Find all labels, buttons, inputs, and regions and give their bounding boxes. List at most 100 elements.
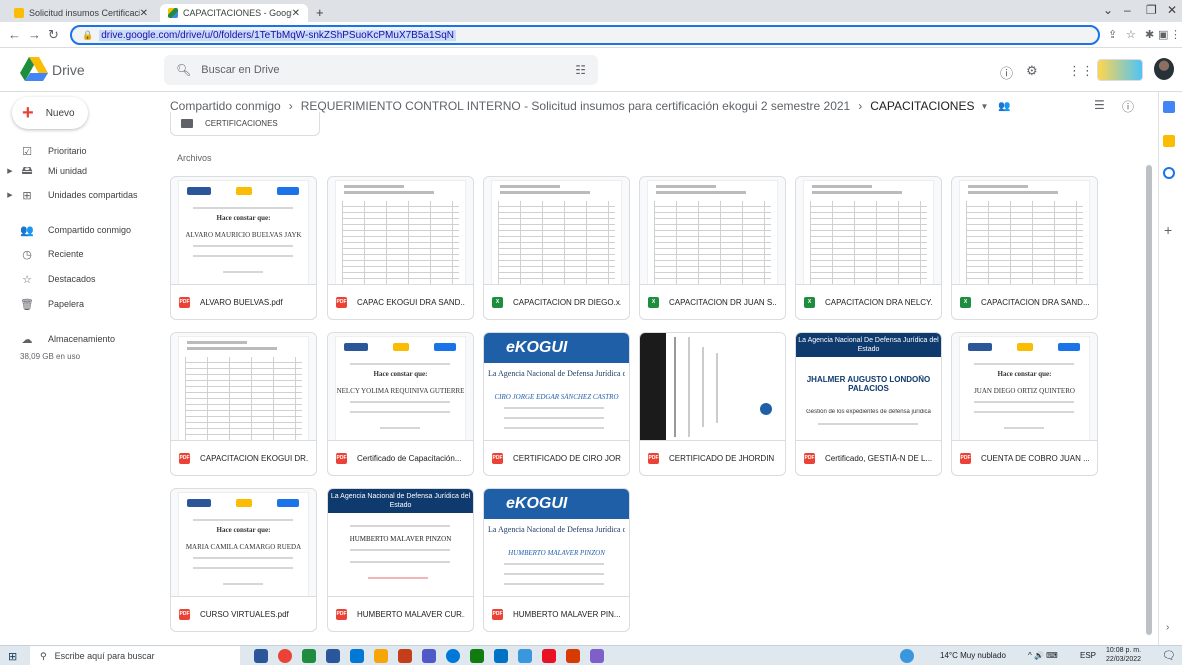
expand-caret-icon[interactable]: ▶ xyxy=(4,167,16,175)
menu-dots-icon[interactable]: ⋮ xyxy=(1170,28,1181,41)
keep-icon[interactable] xyxy=(1163,135,1175,147)
breadcrumb-parent[interactable]: REQUERIMIENTO CONTROL INTERNO - Solicitu… xyxy=(301,99,851,113)
expand-panel-icon[interactable]: › xyxy=(1166,622,1169,633)
file-card[interactable]: Hace constar que: ALVARO MAURICIO BUELVAS… xyxy=(170,176,317,320)
organization-logo[interactable] xyxy=(1097,59,1143,81)
tasks-icon[interactable] xyxy=(1163,167,1175,179)
file-card[interactable]: PDF CAPAC EKOGUI DRA SAND... xyxy=(327,176,474,320)
folder-item[interactable]: CERTIFICACIONES xyxy=(170,112,320,136)
expand-caret-icon[interactable]: ▶ xyxy=(4,191,16,199)
weather-text[interactable]: 14°C Muy nublado xyxy=(940,651,1006,660)
close-icon[interactable]: ✕ xyxy=(292,8,300,19)
scrollbar[interactable] xyxy=(1146,165,1152,635)
chrome-icon[interactable] xyxy=(278,649,292,663)
sidebar-item-reciente[interactable]: ◷ Reciente xyxy=(0,244,160,264)
extensions-icon[interactable]: ✱ xyxy=(1145,28,1154,41)
settings-gear-icon[interactable]: ⚙ xyxy=(1026,63,1038,79)
file-thumbnail: La Agencia Nacional De Defensa Jurídica … xyxy=(796,333,941,441)
file-card[interactable]: PDF CAPACITACION EKOGUI DR... xyxy=(170,332,317,476)
sidebar-item-mi-unidad[interactable]: ▶ 🖴 Mi unidad xyxy=(0,161,160,181)
sidebar-item-compartido-conmigo[interactable]: 👥 Compartido conmigo xyxy=(0,220,160,240)
file-caption: PDF Certificado, GESTIÃ-N DE L... xyxy=(796,441,941,475)
add-addon-icon[interactable]: + xyxy=(1164,222,1172,238)
file-card[interactable]: Hace constar que: NELCY YOLIMA REQUINIVA … xyxy=(327,332,474,476)
language-indicator[interactable]: ESP xyxy=(1080,651,1096,660)
restore-icon[interactable]: ❐ xyxy=(1146,3,1157,17)
share-page-icon[interactable]: ⇪ xyxy=(1108,28,1117,41)
file-card[interactable]: La Agencia Nacional de Defensa Jurídica … xyxy=(327,488,474,632)
breadcrumb-root[interactable]: Compartido conmigo xyxy=(170,99,281,113)
taskbar-search-input[interactable]: ⚲ Escribe aquí para buscar xyxy=(30,646,240,666)
sidebar-item-prioritario[interactable]: ☑ Prioritario xyxy=(0,141,160,161)
file-card[interactable]: X CAPACITACION DR DIEGO.x... xyxy=(483,176,630,320)
sidebar-item-papelera[interactable]: 🗑 Papelera xyxy=(0,294,160,314)
notifications-icon[interactable]: 🗨 xyxy=(1162,649,1176,662)
file-card[interactable]: Hace constar que: MARIA CAMILA CAMARGO RU… xyxy=(170,488,317,632)
back-icon[interactable]: ← xyxy=(8,27,21,42)
close-icon[interactable]: ✕ xyxy=(140,8,148,19)
edge-icon[interactable] xyxy=(446,649,460,663)
app-icon[interactable] xyxy=(518,649,532,663)
office-icon[interactable] xyxy=(566,649,580,663)
sidebar-item-label: Mi unidad xyxy=(48,166,88,176)
help-icon[interactable]: ⓘ xyxy=(1000,63,1013,82)
sidebar-item-destacados[interactable]: ☆ Destacados xyxy=(0,269,160,289)
breadcrumb-current[interactable]: CAPACITACIONES xyxy=(870,99,974,113)
tab-solicitud[interactable]: Solicitud insumos Certificación E ✕ xyxy=(6,4,156,22)
tab-title: CAPACITACIONES - Google Drive xyxy=(183,8,292,18)
word-icon[interactable] xyxy=(326,649,340,663)
apps-grid-icon[interactable]: ⋮⋮ xyxy=(1068,63,1094,79)
drive-logo-icon[interactable] xyxy=(20,57,48,81)
tray-icons[interactable]: ^ 🔊 ⌨ xyxy=(1028,651,1058,660)
calendar-icon[interactable] xyxy=(1163,101,1175,113)
file-card[interactable]: X CAPACITACION DRA NELCY... xyxy=(795,176,942,320)
file-name: HUMBERTO MALAVER PIN... xyxy=(513,609,621,619)
clock-date[interactable]: 22/03/2022 xyxy=(1106,656,1141,663)
search-options-icon[interactable]: ☷ xyxy=(575,63,586,77)
pdf-file-icon: PDF xyxy=(179,452,190,464)
store-icon[interactable] xyxy=(470,649,484,663)
forward-icon[interactable]: → xyxy=(28,27,41,42)
task-view-icon[interactable] xyxy=(254,649,268,663)
sidepanel-icon[interactable]: ▣ xyxy=(1158,28,1168,41)
file-explorer-icon[interactable] xyxy=(350,649,364,663)
mail-icon[interactable] xyxy=(494,649,508,663)
info-icon[interactable]: ⓘ xyxy=(1122,98,1134,115)
search-input[interactable]: 🔍︎ Buscar en Drive ☷ xyxy=(164,55,598,85)
ekogui-logo: eKOGUI xyxy=(506,339,568,356)
file-card[interactable]: X CAPACITACION DR JUAN S... xyxy=(639,176,786,320)
new-tab-icon[interactable]: + xyxy=(316,5,324,20)
file-card[interactable]: X CAPACITACION DRA SAND... xyxy=(951,176,1098,320)
app-name[interactable]: Drive xyxy=(52,62,85,78)
avatar[interactable] xyxy=(1154,58,1174,80)
sidebar-item-unidades-compartidas[interactable]: ▶ ⊞ Unidades compartidas xyxy=(0,185,160,205)
file-card[interactable]: PDF CERTIFICADO DE JHORDIN ... xyxy=(639,332,786,476)
list-view-icon[interactable]: ☰ xyxy=(1094,98,1105,112)
file-card[interactable]: eKOGUI La Agencia Nacional de Defensa Jur… xyxy=(483,488,630,632)
clock-time[interactable]: 10:08 p. m. xyxy=(1106,647,1141,654)
file-card[interactable]: eKOGUI La Agencia Nacional de Defensa Jur… xyxy=(483,332,630,476)
powerpoint-icon[interactable] xyxy=(398,649,412,663)
folder-taskbar-icon[interactable] xyxy=(374,649,388,663)
minimize-icon[interactable]: – xyxy=(1124,3,1131,17)
teams-icon[interactable] xyxy=(422,649,436,663)
new-button[interactable]: + Nuevo xyxy=(12,97,88,129)
search-icon[interactable]: 🔍︎ xyxy=(176,63,191,77)
file-card[interactable]: Hace constar que: JUAN DIEGO ORTIZ QUINTE… xyxy=(951,332,1098,476)
file-card[interactable]: La Agencia Nacional De Defensa Jurídica … xyxy=(795,332,942,476)
window-close-icon[interactable]: ✕ xyxy=(1167,3,1177,17)
help-tray-icon[interactable] xyxy=(900,649,914,663)
tab-capacitaciones[interactable]: CAPACITACIONES - Google Drive ✕ xyxy=(160,4,308,22)
chevron-down-icon[interactable]: ▼ xyxy=(980,102,988,111)
tab-search-chevron-icon[interactable]: ⌄ xyxy=(1103,3,1113,17)
url-input[interactable]: 🔒 drive.google.com/drive/u/0/folders/1Te… xyxy=(70,25,1100,45)
file-thumbnail xyxy=(796,177,941,285)
reload-icon[interactable]: ↻ xyxy=(48,27,59,43)
dark-band xyxy=(640,333,666,440)
windows-start-icon[interactable]: ⊞ xyxy=(8,650,17,663)
sidebar-item-almacenamiento[interactable]: ☁ Almacenamiento xyxy=(0,329,160,349)
bookmark-star-icon[interactable]: ☆ xyxy=(1126,28,1136,41)
photos-icon[interactable] xyxy=(590,649,604,663)
acrobat-icon[interactable] xyxy=(542,649,556,663)
excel-icon[interactable] xyxy=(302,649,316,663)
